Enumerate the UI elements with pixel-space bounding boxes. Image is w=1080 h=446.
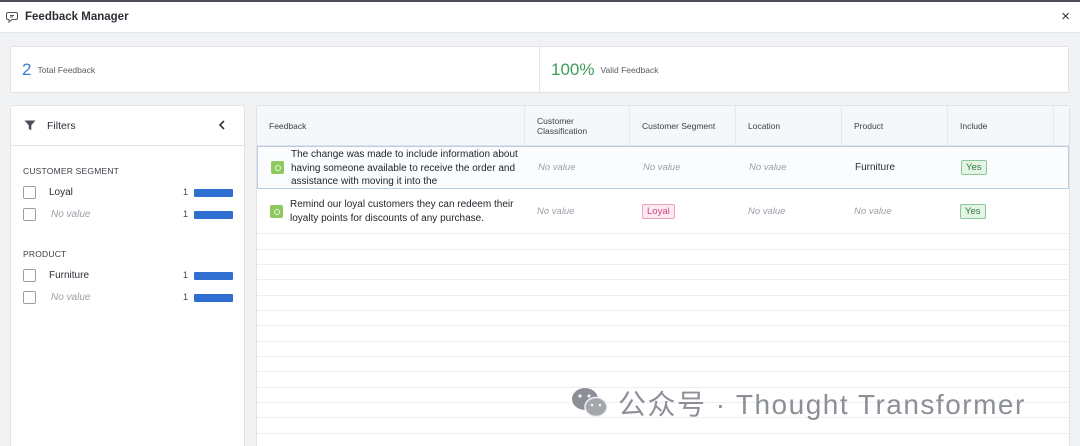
filter-option-count: 1 [183, 187, 189, 197]
row-divider [257, 325, 1069, 326]
row-divider [257, 356, 1069, 357]
cell-classification: No value [537, 206, 575, 217]
valid-feedback-value: 100% [551, 59, 595, 79]
column-header-product[interactable]: Product [842, 106, 948, 146]
filter-option-count: 1 [183, 209, 189, 219]
watermark: 公众号 · Thought Transformer [570, 383, 1026, 423]
filter-option-count: 1 [183, 270, 189, 280]
filter-option-bar [194, 189, 233, 197]
filters-title: Filters [47, 120, 76, 132]
filter-checkbox[interactable] [23, 269, 36, 282]
table-row[interactable]: Remind our loyal customers they can rede… [257, 190, 1069, 234]
filter-option-label: Loyal [49, 187, 73, 198]
valid-feedback-stat: 100% Valid Feedback [540, 47, 1068, 92]
row-divider [257, 264, 1069, 265]
filter-option-segment-no-value[interactable]: No value 1 [23, 207, 235, 223]
funnel-icon [24, 120, 36, 131]
row-divider [257, 433, 1069, 434]
row-divider [257, 371, 1069, 372]
cell-segment: Loyal [630, 190, 736, 233]
stats-panel: 2 Total Feedback 100% Valid Feedback [10, 46, 1069, 93]
total-feedback-stat: 2 Total Feedback [11, 47, 540, 92]
filter-checkbox[interactable] [23, 291, 36, 304]
filter-option-bar [194, 211, 233, 219]
watermark-text: 公众号 · Thought Transformer [618, 389, 1026, 420]
valid-feedback-label: Valid Feedback [600, 64, 659, 75]
filter-option-count: 1 [183, 292, 189, 302]
cell-classification: No value [538, 162, 576, 173]
title-bar: Feedback Manager × [0, 2, 1080, 33]
row-divider [257, 295, 1069, 296]
cell-segment: No value [643, 162, 681, 173]
total-feedback-value: 2 [22, 59, 32, 79]
row-divider [257, 341, 1069, 342]
feedback-text: The change was made to include informati… [291, 149, 518, 187]
total-feedback-label: Total Feedback [37, 64, 96, 75]
filters-panel: Filters CUSTOMER SEGMENT Loyal 1 No valu… [10, 105, 245, 446]
include-yes-badge: Yes [961, 160, 987, 175]
column-header-location[interactable]: Location [736, 106, 842, 146]
column-header-feedback[interactable]: Feedback [257, 106, 525, 146]
table-header: Feedback Customer Classification Custome… [257, 106, 1069, 146]
column-header-label: Customer Classification [537, 116, 588, 136]
filter-group-title-product: PRODUCT [23, 249, 67, 259]
row-divider [257, 279, 1069, 280]
cell-location: No value [748, 206, 786, 217]
filter-checkbox[interactable] [23, 186, 36, 199]
chat-bubble-icon [6, 12, 18, 24]
row-divider [257, 310, 1069, 311]
filters-header: Filters [11, 106, 244, 146]
filter-option-product-no-value[interactable]: No value 1 [23, 290, 235, 306]
column-header-customer-classification[interactable]: Customer Classification [525, 106, 630, 146]
feedback-icon [270, 205, 283, 218]
cell-product: Furniture [855, 162, 896, 173]
filter-option-label: No value [51, 292, 91, 303]
row-divider [257, 249, 1069, 250]
include-yes-badge: Yes [960, 204, 986, 219]
filter-option-bar [194, 272, 233, 280]
column-header-customer-segment[interactable]: Customer Segment [630, 106, 736, 146]
segment-loyal-badge: Loyal [642, 204, 675, 219]
feedback-text: Remind our loyal customers they can rede… [290, 199, 514, 224]
cell-include[interactable]: Yes [948, 190, 1054, 233]
filter-option-bar [194, 294, 233, 302]
filter-option-label: No value [51, 209, 91, 220]
filter-option-furniture[interactable]: Furniture 1 [23, 268, 235, 284]
close-button[interactable]: × [1061, 8, 1070, 26]
filter-checkbox[interactable] [23, 208, 36, 221]
column-header-spacer [1054, 106, 1069, 146]
filter-option-loyal[interactable]: Loyal 1 [23, 185, 235, 201]
cell-product: No value [854, 206, 892, 217]
filter-group-title-customer-segment: CUSTOMER SEGMENT [23, 166, 120, 176]
table-row[interactable]: The change was made to include informati… [257, 146, 1069, 189]
cell-include[interactable]: Yes [949, 147, 1055, 188]
chevron-left-icon[interactable] [216, 117, 228, 133]
window-title: Feedback Manager [25, 11, 129, 23]
column-header-include[interactable]: Include [948, 106, 1054, 146]
cell-location: No value [749, 162, 787, 173]
filter-option-label: Furniture [49, 270, 90, 281]
feedback-icon [271, 161, 284, 174]
wechat-icon [572, 388, 608, 418]
